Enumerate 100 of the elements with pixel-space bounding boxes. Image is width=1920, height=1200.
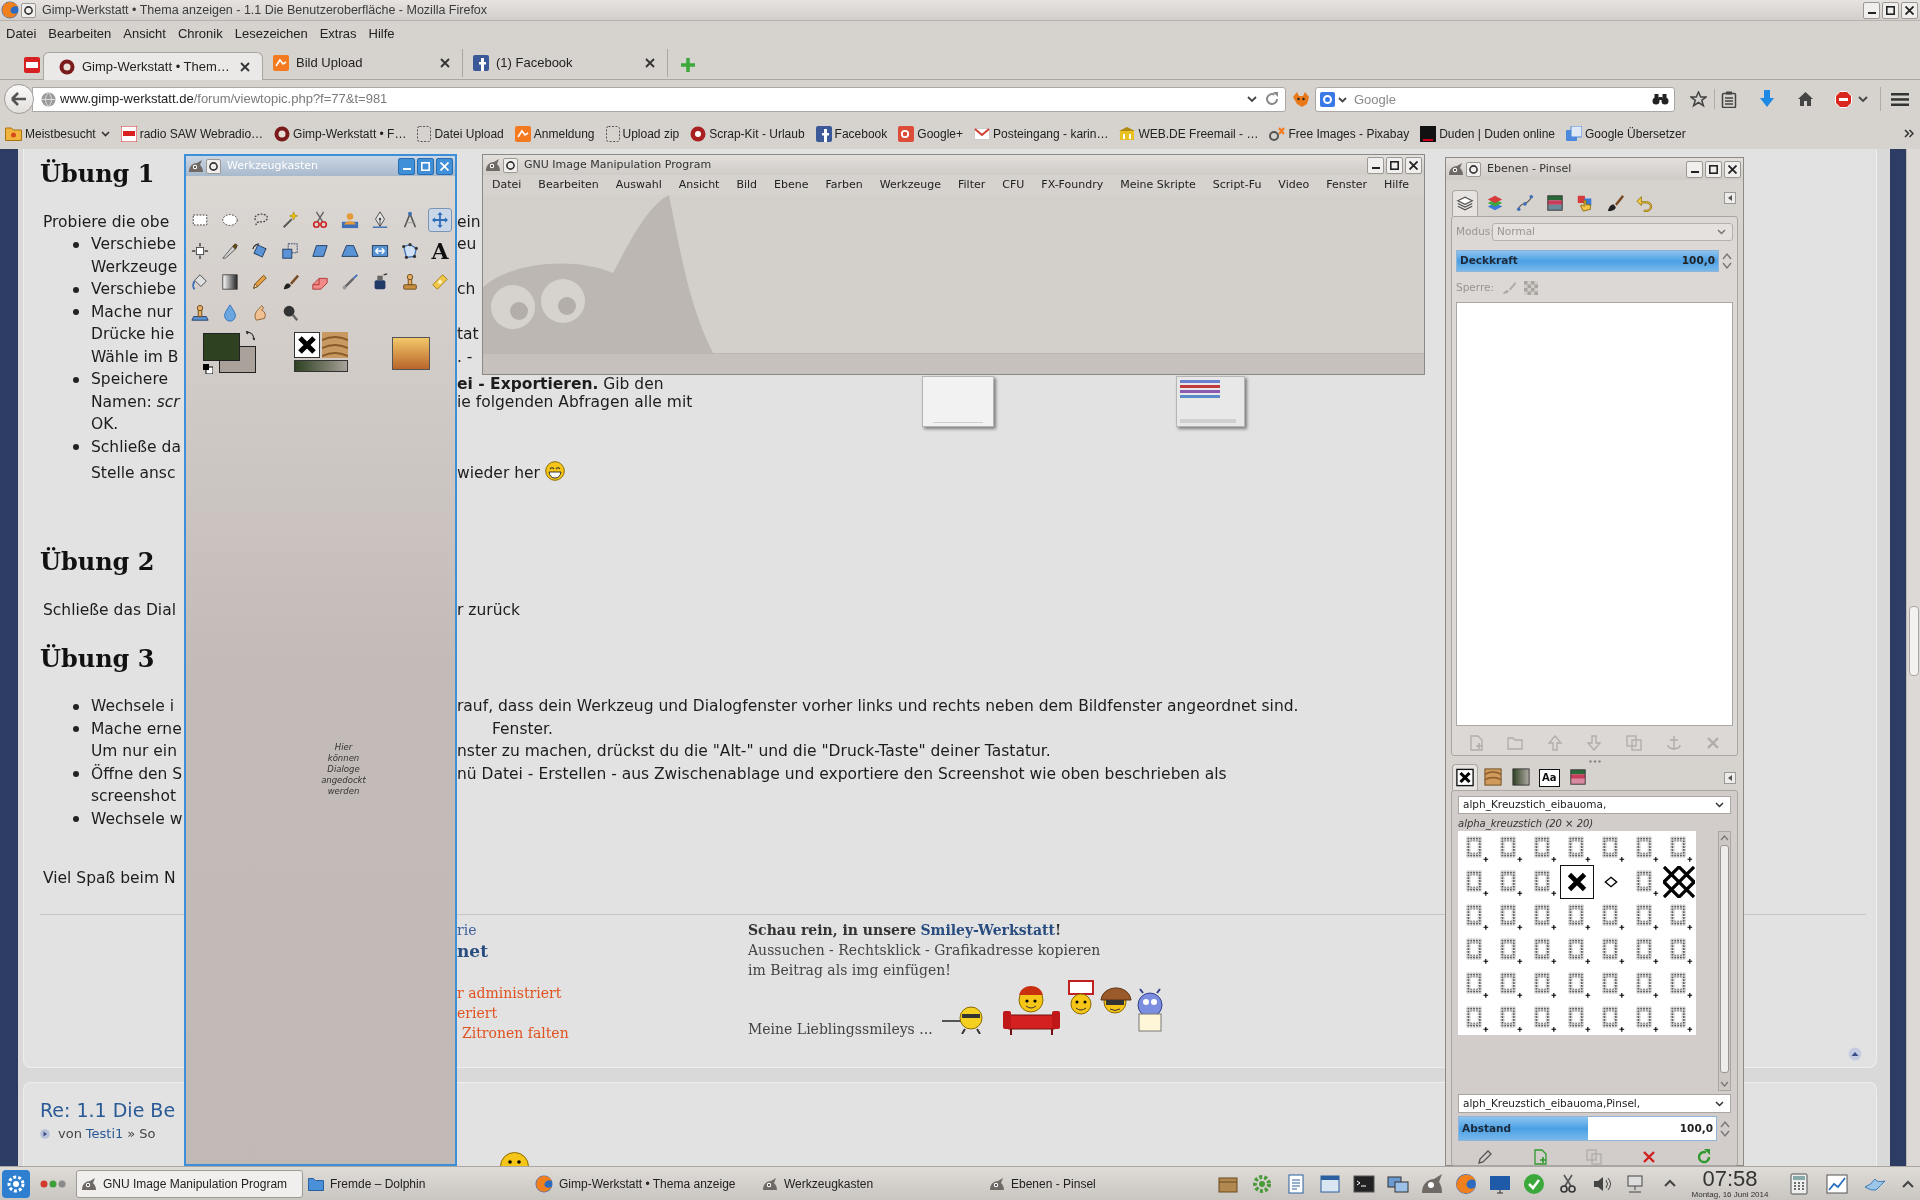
bookmark-item[interactable]: Datei Upload bbox=[417, 124, 504, 143]
menu-item[interactable]: FX-Foundry bbox=[1041, 176, 1104, 194]
window-menu-button[interactable] bbox=[206, 158, 221, 174]
swap-arrows-icon[interactable] bbox=[244, 331, 255, 342]
menu-item[interactable]: Bild bbox=[736, 176, 758, 194]
clock-time[interactable]: 07:58 bbox=[1702, 1168, 1758, 1190]
home-icon[interactable] bbox=[1797, 91, 1814, 107]
mascot-icon[interactable] bbox=[1421, 1172, 1443, 1195]
bookmark-item[interactable]: Google Übersetzer bbox=[1566, 124, 1686, 143]
taskbar-button[interactable]: Fremde – Dolphin bbox=[303, 1169, 530, 1198]
chevron-icon[interactable] bbox=[1904, 129, 1914, 138]
search-field[interactable]: Google bbox=[1315, 86, 1675, 112]
binoculars-icon[interactable] bbox=[1652, 92, 1669, 105]
close-button[interactable] bbox=[1405, 156, 1422, 174]
bookmark-item[interactable]: Posteingang - karin… bbox=[974, 124, 1109, 143]
menu-item[interactable]: Ansicht bbox=[678, 176, 720, 194]
signature-link[interactable]: rie bbox=[457, 920, 477, 940]
brush-x-icon[interactable] bbox=[294, 332, 320, 358]
menu-item[interactable]: Datei bbox=[492, 176, 522, 194]
close-button[interactable] bbox=[1901, 1, 1918, 19]
minimize-button[interactable] bbox=[1686, 160, 1703, 178]
menu-item[interactable]: Datei bbox=[1, 23, 42, 44]
clipboard-icon[interactable] bbox=[1721, 90, 1737, 108]
taskbar-button[interactable]: GNU Image Manipulation Program bbox=[76, 1169, 303, 1198]
menu-item[interactable]: Ebene bbox=[774, 176, 809, 194]
menu-item[interactable]: Bearbeiten bbox=[538, 176, 599, 194]
close-icon[interactable] bbox=[240, 61, 250, 72]
fox-head-icon[interactable] bbox=[1292, 91, 1310, 107]
window-menu-button[interactable] bbox=[21, 2, 36, 18]
menu-item[interactable]: Bearbeiten bbox=[43, 23, 117, 44]
bookmark-item[interactable]: radio SAW Webradio… bbox=[120, 124, 264, 143]
star-icon[interactable] bbox=[1690, 90, 1707, 108]
menu-item[interactable]: Hilfe bbox=[1384, 176, 1410, 194]
url-field[interactable]: www.gimp-werkstatt.de/forum/viewtopic.php?f=77&t=981 bbox=[32, 86, 1286, 112]
signature-link[interactable]: net bbox=[457, 940, 489, 962]
tag-filter-field[interactable]: alph_Kreuzstich_eibauoma, bbox=[1458, 796, 1731, 814]
close-button[interactable] bbox=[1724, 160, 1741, 178]
document-icon[interactable] bbox=[1285, 1172, 1307, 1195]
pattern-tile-icon[interactable] bbox=[322, 332, 348, 358]
tag-field[interactable]: alph_Kreuzstich_eibauoma,Pinsel, bbox=[1458, 1094, 1731, 1113]
caret-down-icon[interactable] bbox=[1338, 96, 1347, 103]
bookmark-item[interactable]: Facebook bbox=[815, 124, 888, 143]
menu-item[interactable]: Script-Fu bbox=[1212, 176, 1262, 194]
menu-item[interactable]: Chronik bbox=[172, 23, 228, 44]
fonts-tab[interactable]: Aa bbox=[1536, 766, 1563, 790]
stop-sign-icon[interactable] bbox=[1835, 90, 1852, 108]
bookmark-item[interactable]: Google+ bbox=[898, 124, 963, 143]
opacity-slider[interactable]: Deckkraft 100,0 bbox=[1456, 250, 1719, 272]
bookmark-item[interactable]: Upload zip bbox=[605, 124, 680, 143]
grip-dots-icon[interactable] bbox=[1588, 759, 1601, 763]
spacing-slider[interactable]: Abstand 100,0 bbox=[1458, 1116, 1717, 1141]
menu-item[interactable]: Meine Skripte bbox=[1120, 176, 1196, 194]
close-icon[interactable] bbox=[440, 58, 450, 68]
menu-item[interactable]: Ansicht bbox=[118, 23, 171, 44]
menu-item[interactable]: Video bbox=[1278, 176, 1310, 194]
taskbar-button[interactable]: Ebenen - Pinsel bbox=[984, 1169, 1211, 1198]
bookmark-item[interactable]: Scrap-Kit - Urlaub bbox=[690, 124, 805, 143]
caret-down-icon[interactable] bbox=[1247, 95, 1257, 103]
reload-icon[interactable] bbox=[1265, 92, 1279, 106]
menu-item[interactable]: Auswahl bbox=[615, 176, 662, 194]
gradient-preview[interactable] bbox=[294, 360, 348, 372]
brush-thumbnail[interactable] bbox=[1662, 865, 1696, 899]
browser-tab[interactable]: Gimp-Werkstatt • Them… bbox=[43, 52, 263, 80]
taskbar-button[interactable]: Werkzeugkasten bbox=[757, 1169, 984, 1198]
close-icon[interactable] bbox=[645, 58, 655, 68]
caret-down-icon[interactable] bbox=[1858, 95, 1868, 103]
chart-icon[interactable] bbox=[1826, 1172, 1848, 1195]
delete-icon[interactable] bbox=[1641, 1149, 1658, 1165]
bookmark-item[interactable]: Duden | Duden online bbox=[1420, 124, 1555, 143]
three-dots-icon[interactable] bbox=[40, 1178, 66, 1189]
scrollbar-thumb[interactable] bbox=[1908, 606, 1919, 676]
bookmark-item[interactable]: Meistbesucht bbox=[5, 124, 110, 143]
smiley-werkstatt-link[interactable]: Smiley-Werkstatt bbox=[920, 922, 1056, 938]
brush-thumbnail[interactable] bbox=[1560, 865, 1594, 899]
menu-item[interactable]: Fenster bbox=[1326, 176, 1367, 194]
menu-item[interactable]: Extras bbox=[314, 23, 362, 44]
back-button[interactable] bbox=[4, 84, 34, 114]
menu-item[interactable]: Hilfe bbox=[363, 23, 400, 44]
text-tool-button[interactable]: A bbox=[428, 238, 452, 263]
checker-icon[interactable] bbox=[1524, 281, 1538, 295]
scissors-icon[interactable] bbox=[1557, 1172, 1579, 1195]
calculator-icon[interactable] bbox=[1788, 1172, 1810, 1195]
maximize-button[interactable] bbox=[1882, 1, 1899, 19]
check-icon[interactable] bbox=[1523, 1172, 1545, 1195]
start-menu-icon[interactable] bbox=[2, 1169, 30, 1198]
maximize-button[interactable] bbox=[1705, 160, 1722, 178]
scrollbar-thumb[interactable] bbox=[1720, 845, 1729, 1073]
panel-menu-icon[interactable] bbox=[1724, 772, 1736, 784]
minimize-button[interactable] bbox=[1863, 1, 1880, 19]
move-arrows-icon[interactable] bbox=[428, 207, 452, 232]
browser-tab[interactable]: (1) Facebook bbox=[463, 49, 668, 77]
caret-down-icon[interactable] bbox=[1715, 802, 1724, 808]
menu-icon[interactable] bbox=[1891, 91, 1909, 107]
globe-icon[interactable] bbox=[1455, 1172, 1477, 1195]
scrollbar[interactable] bbox=[1906, 149, 1920, 1166]
menu-item[interactable]: CFU bbox=[1002, 176, 1025, 194]
default-colors-icon[interactable] bbox=[203, 364, 213, 374]
pencil-icon[interactable] bbox=[1477, 1149, 1494, 1165]
spin-arrows-icon[interactable] bbox=[1721, 251, 1733, 271]
foreground-color-swatch[interactable] bbox=[203, 333, 240, 361]
